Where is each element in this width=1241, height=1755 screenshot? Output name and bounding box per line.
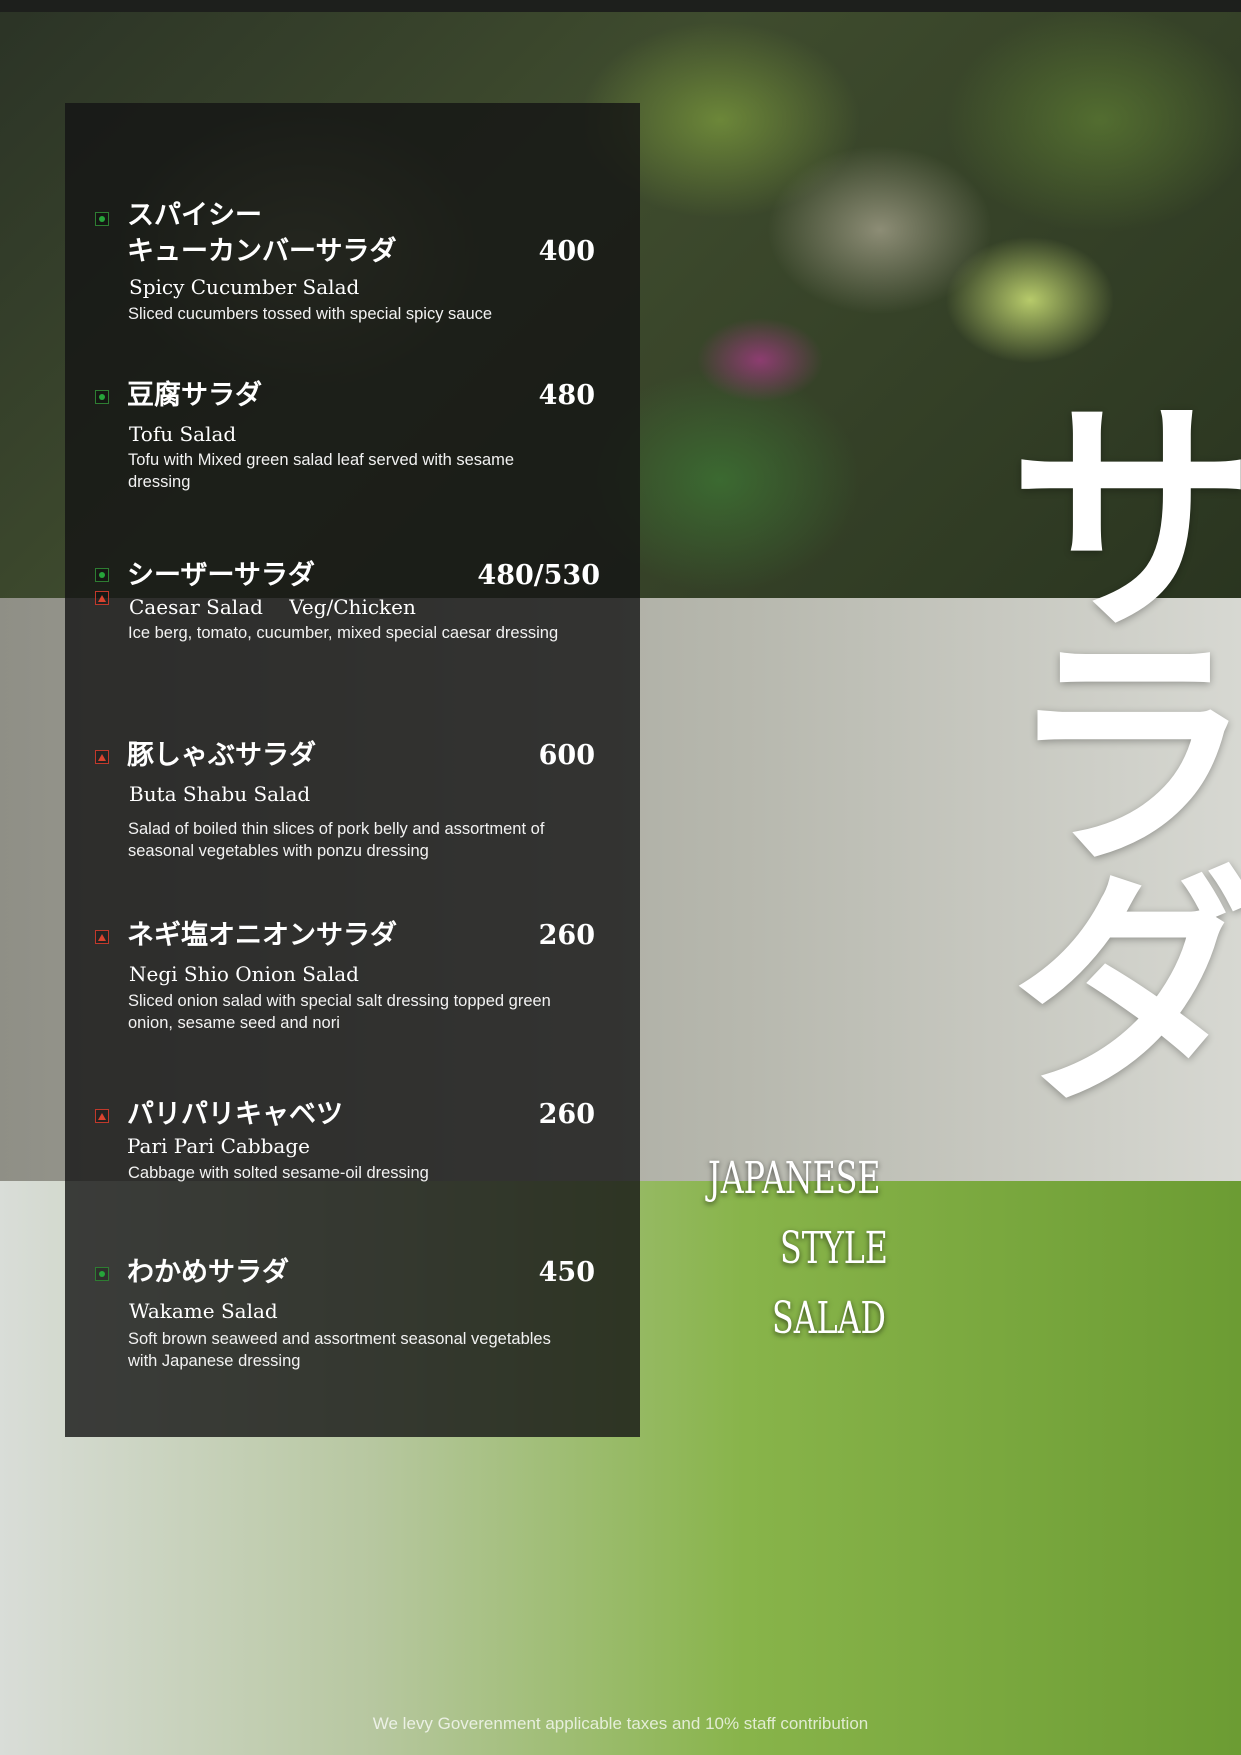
item-price: 400 bbox=[538, 236, 595, 267]
menu-page: スパイシー キューカンバーサラダ 400 Spicy Cucumber Sala… bbox=[0, 0, 1241, 1755]
nonveg-marker-icon bbox=[95, 591, 109, 605]
veg-marker-icon bbox=[95, 1267, 109, 1281]
salad-title-jp: サラダ bbox=[961, 385, 1241, 1090]
item-name-jp: 豚しゃぶサラダ bbox=[127, 740, 316, 771]
item-price: 260 bbox=[538, 1099, 595, 1130]
item-description: Sliced cucumbers tossed with special spi… bbox=[128, 305, 493, 323]
item-description: Soft brown seaweed and assortment season… bbox=[128, 1330, 551, 1370]
tax-notice: We levy Goverenment applicable taxes and… bbox=[372, 1714, 869, 1733]
item-name-jp: シーザーサラダ bbox=[127, 560, 315, 591]
nonveg-marker-icon bbox=[95, 1109, 109, 1123]
top-strip bbox=[0, 0, 1241, 12]
item-price: 450 bbox=[538, 1257, 595, 1288]
veg-marker-icon bbox=[95, 390, 109, 404]
item-price: 480 bbox=[538, 380, 595, 411]
nonveg-marker-icon bbox=[95, 930, 109, 944]
item-price: 600 bbox=[538, 740, 595, 771]
item-name-en: Tofu Salad bbox=[129, 422, 237, 446]
title-style: STYLE bbox=[780, 1223, 888, 1274]
title-salad: SALAD bbox=[772, 1293, 886, 1344]
item-price: 480/530 bbox=[477, 560, 600, 591]
item-name-jp-line2: キューカンバーサラダ bbox=[127, 236, 397, 267]
veg-marker-icon bbox=[95, 568, 109, 582]
item-name-en: Caesar Salad Veg/Chicken bbox=[129, 595, 416, 619]
item-name-jp: パリパリキャベツ bbox=[127, 1099, 343, 1130]
item-name-en: Wakame Salad bbox=[129, 1299, 278, 1323]
nonveg-marker-icon bbox=[95, 750, 109, 764]
item-description: Salad of boiled thin slices of pork bell… bbox=[128, 820, 545, 860]
item-description: Ice berg, tomato, cucumber, mixed specia… bbox=[128, 624, 559, 642]
veg-marker-icon bbox=[95, 212, 109, 226]
item-name-jp: ネギ塩オニオンサラダ bbox=[127, 920, 397, 951]
item-name-en: Buta Shabu Salad bbox=[129, 782, 311, 806]
item-description: Cabbage with solted sesame-oil dressing bbox=[128, 1164, 429, 1182]
item-name-jp: スパイシー bbox=[127, 200, 262, 231]
item-name-en: Spicy Cucumber Salad bbox=[129, 275, 360, 299]
item-price: 260 bbox=[538, 920, 595, 951]
item-name-en: Pari Pari Cabbage bbox=[127, 1134, 310, 1158]
item-description: Sliced onion salad with special salt dre… bbox=[128, 992, 551, 1032]
item-name-en: Negi Shio Onion Salad bbox=[129, 962, 359, 986]
item-description: Tofu with Mixed green salad leaf served … bbox=[128, 451, 515, 491]
item-name-jp: 豆腐サラダ bbox=[127, 380, 262, 411]
item-name-jp: わかめサラダ bbox=[127, 1257, 289, 1288]
title-japanese: JAPANESE bbox=[708, 1153, 881, 1204]
